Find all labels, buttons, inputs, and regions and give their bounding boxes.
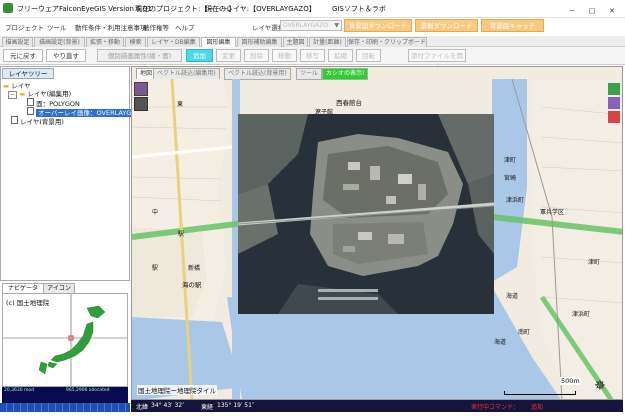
tree-node-polygon[interactable]: 面：POLYGON <box>27 98 80 108</box>
tab-thematic[interactable]: 主題図 <box>283 37 308 47</box>
folder-icon: ▬ <box>3 82 10 90</box>
title-bar: フリーウェアFalconEyeGIS Version 6.01 現在のプロジェク… <box>0 0 625 18</box>
tab-search[interactable]: 検索 <box>125 37 146 47</box>
chevron-down-icon: ▼ <box>334 22 339 29</box>
map-label: 津浜町 <box>572 311 591 318</box>
layer-tree-header[interactable]: レイヤツリー <box>2 68 54 79</box>
map-label: 海の駅 <box>182 281 202 289</box>
aerial-photo <box>238 114 494 314</box>
layer-select[interactable]: OVERLAYGAZO ▼ <box>280 20 342 31</box>
tab-save-print[interactable]: 保存・印刷・クリップボード <box>347 37 427 47</box>
menu-copyright[interactable]: 著作権等 <box>143 22 169 32</box>
map-right-icon-purple[interactable] <box>608 97 620 109</box>
tree-node-label: レイヤ <box>11 82 31 90</box>
menu-project[interactable]: プロジェクト <box>5 22 44 32</box>
memory-bar <box>0 403 130 412</box>
tree-node-label: レイヤ(背景用) <box>20 118 64 126</box>
folder-icon: ▬ <box>19 90 26 98</box>
map-view[interactable]: 地図 ベクトル読込(編集用) ベクトル読込(背景用) ツール カシオの表示! 西… <box>131 66 623 400</box>
map-label: 海道 <box>494 339 507 346</box>
document-icon <box>27 107 34 115</box>
info-right: 965,2906 allocated <box>66 388 110 393</box>
maximize-button[interactable]: □ <box>582 4 602 18</box>
tab-draw-settings[interactable]: 描画設定 <box>2 37 33 47</box>
background-catch-button[interactable]: 背景図キャッチ <box>481 19 544 32</box>
rotate-button[interactable]: 回転 <box>356 49 381 62</box>
map-label: 東 <box>177 101 184 108</box>
collapse-icon: － <box>8 91 18 99</box>
lon-value: 135° 19′ 51″ <box>217 402 255 409</box>
map-attribution: 国土地理院ー地理院タイル <box>137 385 217 395</box>
background-download-button[interactable]: 背景図ダウンロード <box>344 19 412 32</box>
layer-tree: ▬ レイヤ － ▬ レイヤ(編集用) 面：POLYGON オーバーレイ画像：OV… <box>3 80 148 280</box>
add-button[interactable]: 追加 <box>186 49 213 62</box>
tree-node-bg-layer[interactable]: レイヤ(背景用) <box>11 116 64 126</box>
lon-label: 東経 <box>201 404 214 411</box>
map-label: 海道 <box>506 293 519 300</box>
tab-shape-edit[interactable]: 図形編集 <box>201 37 236 47</box>
minimize-button[interactable]: － <box>562 4 582 18</box>
tab-shape-aux-edit[interactable]: 図形補助編集 <box>237 37 282 47</box>
tab-measure[interactable]: 計量(距離) <box>309 37 346 47</box>
map-label: 津町 <box>588 259 601 266</box>
undo-button[interactable]: 元に戻す <box>3 49 43 62</box>
menu-tools[interactable]: ツール <box>47 22 67 32</box>
document-icon <box>27 98 34 106</box>
tab-layer-db-edit[interactable]: レイヤ・DB編集 <box>147 37 200 47</box>
map-label: 宮崎 <box>504 175 517 182</box>
map-label: 新橋 <box>188 265 201 272</box>
tree-node-label: レイヤ(編集用) <box>27 90 72 98</box>
individual-draw-attr-button[interactable]: 個別描画属性(線・面) <box>97 49 182 62</box>
lat-value: 34° 43′ 32″ <box>151 402 185 409</box>
open-attachment-button[interactable]: 添付ファイルを開く <box>408 49 466 72</box>
info-left: 20,3630 mod <box>4 388 35 393</box>
lat-label: 北緯 <box>136 404 149 411</box>
document-icon <box>11 116 18 124</box>
japan-map <box>3 294 127 386</box>
map-label: 中 <box>152 209 159 216</box>
tree-node-overlay[interactable]: オーバーレイ画像：OVERLAYGAZO <box>27 107 148 117</box>
menu-help[interactable]: ヘルプ <box>175 22 195 32</box>
map-right-icon-green[interactable] <box>608 83 620 95</box>
map-left-icon-2[interactable] <box>134 97 148 111</box>
map-label: 軍兵学区 <box>540 209 565 216</box>
navigator-info: 20,3630 mod 965,2906 allocated <box>2 387 128 403</box>
map-label: 駅 <box>152 265 159 272</box>
status-bar: 北緯 34° 43′ 32″ 東経 135° 19′ 51″ 実行中コマンド： … <box>131 400 623 412</box>
map-label: 駅 <box>178 231 185 238</box>
scale-bar <box>504 391 576 395</box>
map-label: 南町 <box>518 329 531 336</box>
delete-button[interactable]: 削除 <box>244 49 269 62</box>
map-right-icon-red[interactable] <box>608 111 620 123</box>
command-value: 追加 <box>531 404 544 411</box>
change-button[interactable]: 変更 <box>216 49 241 62</box>
overlay-aerial-image[interactable] <box>238 114 494 314</box>
close-button[interactable]: ✕ <box>602 4 622 18</box>
map-label: 西春館台 <box>336 99 362 107</box>
brand-label: GISソフト＆ラボ <box>332 5 386 13</box>
map-label: 津浜町 <box>506 197 525 204</box>
navigator-tabs: ナビゲータ アイコン <box>2 283 130 295</box>
map-left-icon[interactable] <box>134 82 148 96</box>
command-label: 実行中コマンド： <box>471 404 520 411</box>
tab-zoom-move[interactable]: 拡張・移動 <box>86 37 124 47</box>
map-label: 津町 <box>504 157 517 164</box>
landscape-download-button[interactable]: 景観ダウンロード <box>415 19 478 32</box>
navigator-minimap[interactable]: (c) 国土地理院 <box>2 293 128 387</box>
current-layer-label: 現在のレイヤ:【OVERLAYGAZO】 <box>205 5 316 13</box>
copy-move-button[interactable]: 移写 <box>300 49 325 62</box>
window-title: フリーウェアFalconEyeGIS Version 6.01 <box>17 5 152 13</box>
app-logo-icon <box>3 3 13 13</box>
move-button[interactable]: 移動 <box>272 49 297 62</box>
redo-button[interactable]: やり直す <box>46 49 86 62</box>
layer-select-value: OVERLAYGAZO <box>283 22 329 29</box>
menu-conditions[interactable]: 動作条件・利用注意事項 <box>75 22 147 32</box>
scale-button[interactable]: 拡縮 <box>328 49 353 62</box>
tab-draw-settings-bg[interactable]: 描画設定(背景) <box>34 37 85 47</box>
scale-label: 500m <box>560 377 581 385</box>
compass-icon: ✵ <box>594 378 606 394</box>
